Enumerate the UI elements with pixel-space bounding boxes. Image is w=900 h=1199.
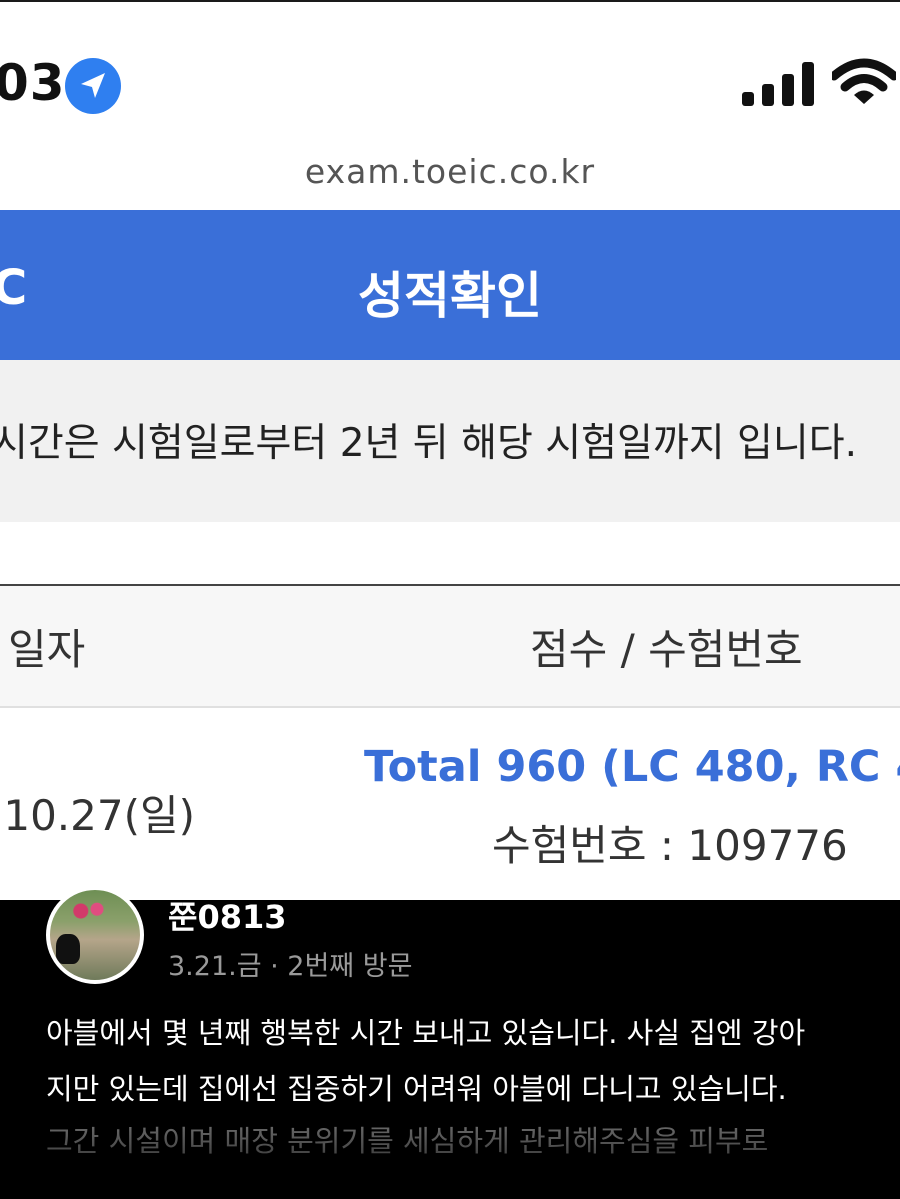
score-screenshot: 03 exam.toeic.co.kr C 성적확인 시간은 시험일로부터 2년… (0, 2, 900, 900)
review-text-line: 아블에서 몇 년째 행복한 시간 보내고 있습니다. 사실 집엔 강아 (46, 1016, 806, 1050)
column-header-score: 점수 / 수험번호 (530, 625, 803, 674)
wifi-icon (832, 58, 896, 104)
notice-text: 시간은 시험일로부터 2년 뒤 해당 시험일까지 입니다. (0, 421, 858, 466)
cellular-signal-icon (742, 62, 814, 106)
row-total-score[interactable]: Total 960 (LC 480, RC 48 (364, 742, 900, 792)
review-text-line: 지만 있는데 집에선 집중하기 어려워 아블에 다니고 있습니다. (46, 1072, 787, 1106)
avatar-dog (56, 934, 80, 964)
user-avatar[interactable] (46, 886, 144, 984)
column-header-date: 일자 (8, 625, 86, 674)
page-title: 성적확인 (358, 267, 542, 325)
review-username[interactable]: 쭌0813 (168, 892, 287, 938)
spacer (0, 522, 900, 584)
status-time: 03 (0, 54, 66, 112)
validity-notice: 시간은 시험일로부터 2년 뒤 해당 시험일까지 입니다. (0, 360, 900, 522)
page-header: C 성적확인 (0, 210, 900, 360)
review-visit-info: 3.21.금 · 2번째 방문 (168, 951, 413, 982)
row-exam-date: .10.27(일) (0, 791, 195, 840)
score-table-header: 일자 점수 / 수험번호 (0, 584, 900, 708)
avatar-flowers (70, 902, 106, 920)
row-exam-number: 수험번호 : 109776 (492, 821, 848, 870)
review-text-line: 그간 시설이며 매장 분위기를 세심하게 관리해주심을 피부로 (46, 1124, 769, 1158)
location-arrow-icon (65, 58, 121, 114)
address-bar-url[interactable]: exam.toeic.co.kr (0, 152, 900, 191)
